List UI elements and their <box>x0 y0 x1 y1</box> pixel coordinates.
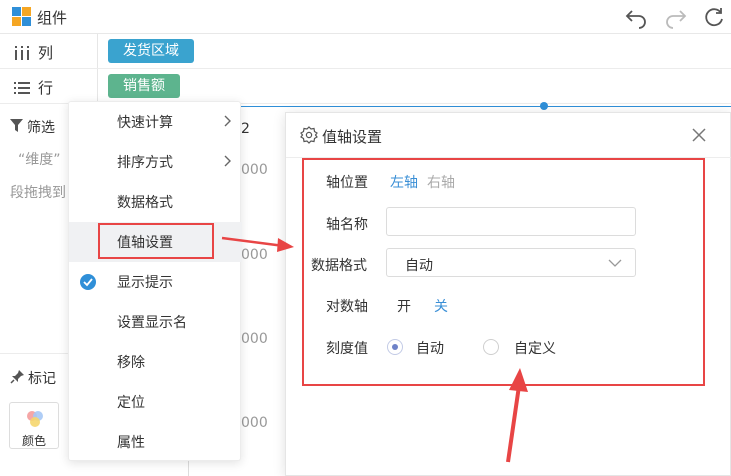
axis-tick-label: 000 <box>241 162 268 178</box>
menu-item-locate[interactable]: 定位 <box>69 382 242 422</box>
column-shelf: 列 发货区域 <box>0 34 731 69</box>
redo-icon[interactable] <box>664 5 688 29</box>
gear-icon <box>300 126 318 144</box>
menu-item-sort[interactable]: 排序方式 <box>69 142 242 182</box>
chart-top-border <box>196 106 731 107</box>
chevron-right-icon <box>224 115 231 127</box>
component-icon <box>12 7 31 26</box>
columns-icon <box>15 45 29 60</box>
top-bar: 组件 <box>0 0 731 34</box>
menu-item-quick-calc[interactable]: 快速计算 <box>69 102 242 142</box>
menu-item-label: 移除 <box>117 355 145 371</box>
menu-item-label: 数据格式 <box>117 195 173 211</box>
pointer-arrow-icon <box>506 368 528 463</box>
menu-item-show-tooltip[interactable]: 显示提示 <box>69 262 242 302</box>
row-shelf: 行 销售额 <box>0 69 731 104</box>
axis-tick-label: 000 <box>241 415 268 431</box>
menu-item-rename[interactable]: 设置显示名 <box>69 302 242 342</box>
menu-item-label: 快速计算 <box>117 115 173 131</box>
checkmark-icon <box>80 274 96 290</box>
row-shelf-label: 行 <box>14 77 53 98</box>
dialog-title: 值轴设置 <box>322 128 383 146</box>
rows-icon <box>14 81 30 94</box>
row-field-pill[interactable]: 销售额 <box>108 74 180 98</box>
pin-icon <box>10 370 24 384</box>
pointer-arrow-icon <box>221 236 294 252</box>
resize-handle[interactable] <box>540 102 548 110</box>
menu-item-properties[interactable]: 属性 <box>69 422 242 462</box>
menu-item-label: 显示提示 <box>117 275 173 291</box>
axis-tick-label: 000 <box>241 331 268 347</box>
close-icon[interactable] <box>690 126 708 144</box>
shelf-divider <box>97 69 98 103</box>
palette-icon <box>27 411 43 427</box>
menu-item-label: 排序方式 <box>117 155 173 171</box>
chart-partial-label: 2 <box>241 121 250 137</box>
field-context-menu: 快速计算 排序方式 数据格式 值轴设置 显示提示 设置显示名 移除 定位 属性 <box>68 101 242 462</box>
column-field-pill[interactable]: 发货区域 <box>108 39 194 63</box>
sidebar-divider <box>0 353 68 354</box>
app-title: 组件 <box>37 9 68 27</box>
color-button[interactable]: 颜色 <box>9 402 59 449</box>
menu-item-label: 定位 <box>117 395 145 411</box>
column-label-text: 列 <box>38 44 54 62</box>
undo-icon[interactable] <box>624 5 648 29</box>
menu-item-data-format[interactable]: 数据格式 <box>69 182 242 222</box>
row-label-text: 行 <box>38 79 54 97</box>
shelf-divider <box>97 34 98 68</box>
menu-highlight-box <box>98 223 214 259</box>
menu-item-label: 设置显示名 <box>117 315 187 331</box>
menu-item-remove[interactable]: 移除 <box>69 342 242 382</box>
color-button-label: 颜色 <box>21 434 46 448</box>
filter-icon <box>10 119 23 132</box>
column-shelf-label: 列 <box>14 42 53 63</box>
dimension-hint: “维度” <box>18 152 61 168</box>
drag-hint: 段拖拽到 <box>10 185 66 201</box>
menu-item-label: 属性 <box>117 435 145 451</box>
app-window: 组件 列 发货区域 行 销售额 筛选 “维度” 段拖拽到 标记 颜色 2 000… <box>0 0 731 476</box>
filter-label: 筛选 <box>27 120 55 136</box>
marks-label: 标记 <box>28 371 56 387</box>
refresh-icon[interactable] <box>702 5 726 29</box>
chevron-right-icon <box>224 155 231 167</box>
dialog-header: 值轴设置 <box>286 113 731 158</box>
dialog-highlight-box <box>302 158 705 386</box>
